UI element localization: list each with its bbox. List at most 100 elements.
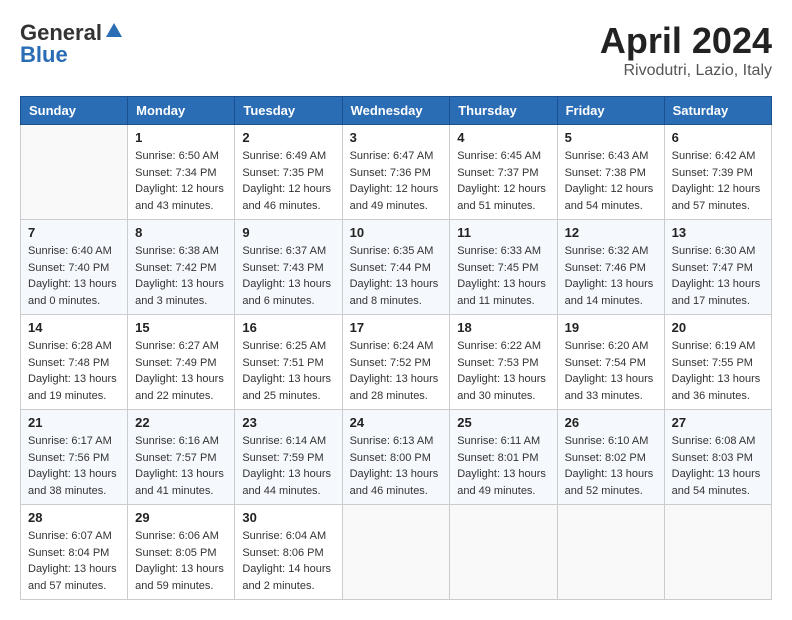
calendar-cell: 8 Sunrise: 6:38 AM Sunset: 7:42 PM Daylig…	[128, 220, 235, 315]
day-number: 15	[135, 320, 227, 335]
day-number: 18	[457, 320, 549, 335]
day-info: Sunrise: 6:45 AM Sunset: 7:37 PM Dayligh…	[457, 148, 549, 214]
calendar-week-row: 1 Sunrise: 6:50 AM Sunset: 7:34 PM Daylig…	[21, 125, 772, 220]
day-number: 26	[565, 415, 657, 430]
day-number: 7	[28, 225, 120, 240]
calendar-cell: 22 Sunrise: 6:16 AM Sunset: 7:57 PM Dayli…	[128, 410, 235, 505]
day-info: Sunrise: 6:17 AM Sunset: 7:56 PM Dayligh…	[28, 433, 120, 499]
day-info: Sunrise: 6:38 AM Sunset: 7:42 PM Dayligh…	[135, 243, 227, 309]
calendar-week-row: 21 Sunrise: 6:17 AM Sunset: 7:56 PM Dayli…	[21, 410, 772, 505]
calendar-table: SundayMondayTuesdayWednesdayThursdayFrid…	[20, 96, 772, 600]
calendar-week-row: 14 Sunrise: 6:28 AM Sunset: 7:48 PM Dayli…	[21, 315, 772, 410]
day-number: 24	[350, 415, 443, 430]
day-info: Sunrise: 6:16 AM Sunset: 7:57 PM Dayligh…	[135, 433, 227, 499]
day-number: 13	[672, 225, 764, 240]
calendar-cell: 19 Sunrise: 6:20 AM Sunset: 7:54 PM Dayli…	[557, 315, 664, 410]
day-number: 29	[135, 510, 227, 525]
calendar-cell	[342, 505, 450, 600]
day-info: Sunrise: 6:28 AM Sunset: 7:48 PM Dayligh…	[28, 338, 120, 404]
day-info: Sunrise: 6:32 AM Sunset: 7:46 PM Dayligh…	[565, 243, 657, 309]
day-number: 5	[565, 130, 657, 145]
day-number: 1	[135, 130, 227, 145]
logo: General Blue	[20, 20, 124, 68]
calendar-cell: 10Sunrise: 6:35 AM Sunset: 7:44 PM Dayli…	[342, 220, 450, 315]
day-number: 17	[350, 320, 443, 335]
calendar-week-row: 7 Sunrise: 6:40 AM Sunset: 7:40 PM Daylig…	[21, 220, 772, 315]
day-info: Sunrise: 6:11 AM Sunset: 8:01 PM Dayligh…	[457, 433, 549, 499]
day-number: 6	[672, 130, 764, 145]
calendar-week-row: 28Sunrise: 6:07 AM Sunset: 8:04 PM Dayli…	[21, 505, 772, 600]
day-info: Sunrise: 6:24 AM Sunset: 7:52 PM Dayligh…	[350, 338, 443, 404]
day-info: Sunrise: 6:30 AM Sunset: 7:47 PM Dayligh…	[672, 243, 764, 309]
calendar-cell: 18 Sunrise: 6:22 AM Sunset: 7:53 PM Dayli…	[450, 315, 557, 410]
day-info: Sunrise: 6:47 AM Sunset: 7:36 PM Dayligh…	[350, 148, 443, 214]
location-subtitle: Rivodutri, Lazio, Italy	[600, 62, 772, 80]
day-number: 3	[350, 130, 443, 145]
column-header-friday: Friday	[557, 97, 664, 125]
day-number: 16	[242, 320, 334, 335]
calendar-cell: 4 Sunrise: 6:45 AM Sunset: 7:37 PM Daylig…	[450, 125, 557, 220]
day-info: Sunrise: 6:10 AM Sunset: 8:02 PM Dayligh…	[565, 433, 657, 499]
day-info: Sunrise: 6:20 AM Sunset: 7:54 PM Dayligh…	[565, 338, 657, 404]
day-info: Sunrise: 6:14 AM Sunset: 7:59 PM Dayligh…	[242, 433, 334, 499]
day-info: Sunrise: 6:37 AM Sunset: 7:43 PM Dayligh…	[242, 243, 334, 309]
day-number: 4	[457, 130, 549, 145]
day-number: 11	[457, 225, 549, 240]
column-header-monday: Monday	[128, 97, 235, 125]
day-info: Sunrise: 6:25 AM Sunset: 7:51 PM Dayligh…	[242, 338, 334, 404]
calendar-cell	[557, 505, 664, 600]
calendar-cell: 7 Sunrise: 6:40 AM Sunset: 7:40 PM Daylig…	[21, 220, 128, 315]
day-number: 19	[565, 320, 657, 335]
column-header-sunday: Sunday	[21, 97, 128, 125]
column-header-saturday: Saturday	[664, 97, 771, 125]
calendar-cell: 3 Sunrise: 6:47 AM Sunset: 7:36 PM Daylig…	[342, 125, 450, 220]
calendar-cell: 15 Sunrise: 6:27 AM Sunset: 7:49 PM Dayli…	[128, 315, 235, 410]
day-number: 27	[672, 415, 764, 430]
day-number: 30	[242, 510, 334, 525]
calendar-cell: 28Sunrise: 6:07 AM Sunset: 8:04 PM Dayli…	[21, 505, 128, 600]
calendar-cell: 24 Sunrise: 6:13 AM Sunset: 8:00 PM Dayli…	[342, 410, 450, 505]
calendar-cell: 29Sunrise: 6:06 AM Sunset: 8:05 PM Dayli…	[128, 505, 235, 600]
day-number: 8	[135, 225, 227, 240]
calendar-cell: 5Sunrise: 6:43 AM Sunset: 7:38 PM Daylig…	[557, 125, 664, 220]
page-header: General Blue April 2024 Rivodutri, Lazio…	[20, 20, 772, 80]
calendar-cell: 16 Sunrise: 6:25 AM Sunset: 7:51 PM Dayli…	[235, 315, 342, 410]
calendar-cell	[450, 505, 557, 600]
day-info: Sunrise: 6:08 AM Sunset: 8:03 PM Dayligh…	[672, 433, 764, 499]
day-number: 9	[242, 225, 334, 240]
day-info: Sunrise: 6:22 AM Sunset: 7:53 PM Dayligh…	[457, 338, 549, 404]
day-number: 23	[242, 415, 334, 430]
day-number: 25	[457, 415, 549, 430]
day-info: Sunrise: 6:33 AM Sunset: 7:45 PM Dayligh…	[457, 243, 549, 309]
day-info: Sunrise: 6:49 AM Sunset: 7:35 PM Dayligh…	[242, 148, 334, 214]
calendar-cell: 26 Sunrise: 6:10 AM Sunset: 8:02 PM Dayli…	[557, 410, 664, 505]
day-number: 14	[28, 320, 120, 335]
calendar-cell: 12 Sunrise: 6:32 AM Sunset: 7:46 PM Dayli…	[557, 220, 664, 315]
day-info: Sunrise: 6:42 AM Sunset: 7:39 PM Dayligh…	[672, 148, 764, 214]
day-number: 22	[135, 415, 227, 430]
calendar-cell: 21 Sunrise: 6:17 AM Sunset: 7:56 PM Dayli…	[21, 410, 128, 505]
logo-icon	[104, 21, 124, 41]
title-block: April 2024 Rivodutri, Lazio, Italy	[600, 20, 772, 80]
calendar-cell: 23 Sunrise: 6:14 AM Sunset: 7:59 PM Dayli…	[235, 410, 342, 505]
calendar-cell: 27 Sunrise: 6:08 AM Sunset: 8:03 PM Dayli…	[664, 410, 771, 505]
day-info: Sunrise: 6:50 AM Sunset: 7:34 PM Dayligh…	[135, 148, 227, 214]
column-header-tuesday: Tuesday	[235, 97, 342, 125]
day-info: Sunrise: 6:27 AM Sunset: 7:49 PM Dayligh…	[135, 338, 227, 404]
day-number: 21	[28, 415, 120, 430]
calendar-cell: 14 Sunrise: 6:28 AM Sunset: 7:48 PM Dayli…	[21, 315, 128, 410]
column-header-thursday: Thursday	[450, 97, 557, 125]
day-info: Sunrise: 6:13 AM Sunset: 8:00 PM Dayligh…	[350, 433, 443, 499]
calendar-cell: 1 Sunrise: 6:50 AM Sunset: 7:34 PM Daylig…	[128, 125, 235, 220]
day-info: Sunrise: 6:19 AM Sunset: 7:55 PM Dayligh…	[672, 338, 764, 404]
column-header-wednesday: Wednesday	[342, 97, 450, 125]
day-number: 2	[242, 130, 334, 145]
calendar-cell: 6 Sunrise: 6:42 AM Sunset: 7:39 PM Daylig…	[664, 125, 771, 220]
day-number: 12	[565, 225, 657, 240]
calendar-cell: 2 Sunrise: 6:49 AM Sunset: 7:35 PM Daylig…	[235, 125, 342, 220]
calendar-cell: 13 Sunrise: 6:30 AM Sunset: 7:47 PM Dayli…	[664, 220, 771, 315]
calendar-cell	[21, 125, 128, 220]
day-info: Sunrise: 6:40 AM Sunset: 7:40 PM Dayligh…	[28, 243, 120, 309]
day-number: 28	[28, 510, 120, 525]
calendar-cell: 30Sunrise: 6:04 AM Sunset: 8:06 PM Dayli…	[235, 505, 342, 600]
